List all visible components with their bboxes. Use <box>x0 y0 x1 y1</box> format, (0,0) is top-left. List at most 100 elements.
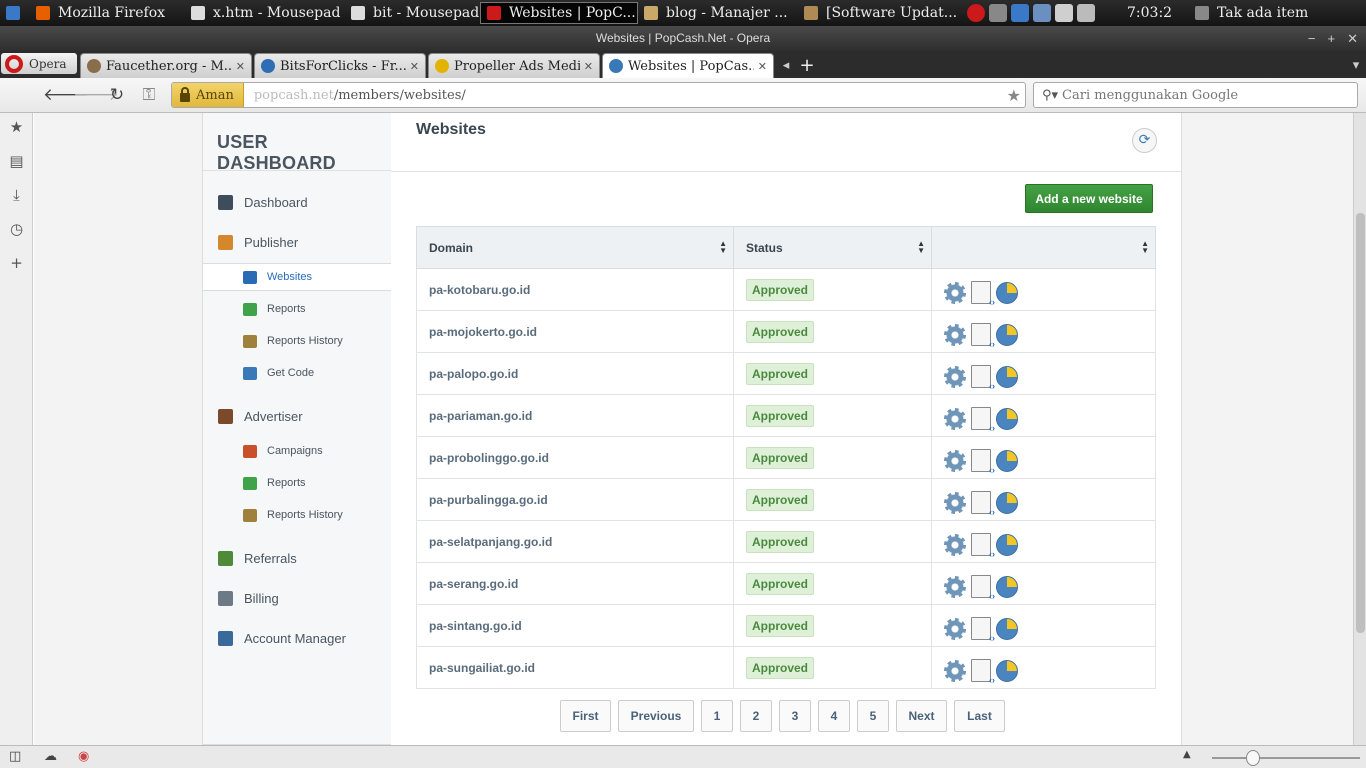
get-code-icon[interactable] <box>971 407 995 433</box>
reload-button[interactable]: ↻ <box>106 85 128 105</box>
settings-gear-icon[interactable] <box>944 407 966 430</box>
get-code-icon[interactable] <box>971 449 995 475</box>
domain-cell[interactable]: pa-serang.go.id <box>416 562 734 605</box>
settings-gear-icon[interactable] <box>944 575 966 598</box>
page-button-next[interactable]: Next <box>896 700 947 732</box>
key-icon[interactable]: ⚿ <box>138 85 160 105</box>
app-menu-icon[interactable] <box>0 0 30 26</box>
get-code-icon[interactable] <box>971 533 995 559</box>
nav-item-publisher[interactable]: Publisher <box>203 227 391 257</box>
page-button-4[interactable]: 4 <box>818 700 850 732</box>
network-icon[interactable] <box>989 4 1007 22</box>
minimize-icon[interactable]: − <box>1308 26 1316 51</box>
settings-gear-icon[interactable] <box>944 659 966 682</box>
downloads-icon[interactable]: ⤓ <box>0 181 33 215</box>
back-button[interactable]: 🡐 <box>43 85 89 105</box>
nav-item-reports-history[interactable]: Reports History <box>203 501 391 529</box>
domain-cell[interactable]: pa-palopo.go.id <box>416 352 734 395</box>
tab-close-icon[interactable]: ✕ <box>584 60 593 73</box>
zoom-slider-knob[interactable] <box>1246 750 1260 766</box>
close-window-icon[interactable]: ✕ <box>1347 26 1358 51</box>
stats-pie-icon[interactable] <box>996 617 1018 640</box>
browser-tab[interactable]: Faucether.org - M... ✕ <box>80 53 252 78</box>
turbo-cloud-icon[interactable]: ☁ <box>44 749 57 764</box>
nav-item-dashboard[interactable]: Dashboard <box>203 187 391 217</box>
taskbar-item[interactable]: blog - Manajer ... <box>638 0 798 26</box>
zoom-up-icon[interactable]: ▲ <box>1183 749 1191 760</box>
settings-gear-icon[interactable] <box>944 491 966 514</box>
bookmarks-star-icon[interactable]: ★ <box>0 113 33 147</box>
maximize-icon[interactable]: + <box>1328 26 1336 51</box>
tab-scroll-left-icon[interactable]: ◂ <box>776 53 796 78</box>
scrollbar-thumb[interactable] <box>1356 213 1365 633</box>
page-button-last[interactable]: Last <box>954 700 1005 732</box>
stats-pie-icon[interactable] <box>996 407 1018 430</box>
search-field[interactable]: ⚲▾ Cari menggunakan Google <box>1033 82 1358 108</box>
domain-cell[interactable]: pa-kotobaru.go.id <box>416 268 734 311</box>
page-button-previous[interactable]: Previous <box>618 700 694 732</box>
browser-tab[interactable]: BitsForClicks - Fr... ✕ <box>254 53 426 78</box>
add-website-button[interactable]: Add a new website <box>1025 184 1153 213</box>
taskbar-item[interactable]: x.htm - Mousepad <box>185 0 345 26</box>
settings-gear-icon[interactable] <box>944 617 966 640</box>
nav-item-reports[interactable]: Reports <box>203 295 391 323</box>
settings-gear-icon[interactable] <box>944 323 966 346</box>
settings-gear-icon[interactable] <box>944 281 966 304</box>
zoom-slider[interactable] <box>1212 757 1360 759</box>
stats-pie-icon[interactable] <box>996 323 1018 346</box>
stats-pie-icon[interactable] <box>996 533 1018 556</box>
stats-pie-icon[interactable] <box>996 449 1018 472</box>
add-panel-icon[interactable]: + <box>0 249 33 283</box>
get-code-icon[interactable] <box>971 281 995 307</box>
stats-pie-icon[interactable] <box>996 491 1018 514</box>
signal-icon[interactable] <box>1033 4 1051 22</box>
tab-close-icon[interactable]: ✕ <box>236 60 245 73</box>
page-button-5[interactable]: 5 <box>857 700 889 732</box>
domain-cell[interactable]: pa-purbalingga.go.id <box>416 478 734 521</box>
taskbar-item[interactable]: [Software Updat... <box>798 0 963 26</box>
opera-menu-button[interactable]: Opera <box>1 53 77 74</box>
page-scrollbar[interactable] <box>1353 113 1366 745</box>
nav-item-reports[interactable]: Reports <box>203 469 391 497</box>
mail-icon[interactable] <box>1055 4 1073 22</box>
domain-cell[interactable]: pa-selatpanjang.go.id <box>416 520 734 563</box>
get-code-icon[interactable] <box>971 575 995 601</box>
column-header-domain[interactable]: Domain ▲ ▼ <box>416 226 734 269</box>
page-button-3[interactable]: 3 <box>779 700 811 732</box>
unite-icon[interactable]: ◉ <box>78 749 89 764</box>
taskbar-item[interactable]: bit - Mousepad <box>345 0 480 26</box>
volume-icon[interactable] <box>1077 4 1095 22</box>
stats-pie-icon[interactable] <box>996 659 1018 682</box>
nav-item-get-code[interactable]: Get Code <box>203 359 391 387</box>
settings-gear-icon[interactable] <box>944 533 966 556</box>
domain-cell[interactable]: pa-pariaman.go.id <box>416 394 734 437</box>
domain-cell[interactable]: pa-sintang.go.id <box>416 604 734 647</box>
notes-icon[interactable]: ▤ <box>0 147 33 181</box>
domain-cell[interactable]: pa-mojokerto.go.id <box>416 310 734 353</box>
nav-item-account-manager[interactable]: Account Manager <box>203 623 391 653</box>
bluetooth-icon[interactable] <box>1011 4 1029 22</box>
get-code-icon[interactable] <box>971 491 995 517</box>
column-header-actions[interactable]: ▲ ▼ <box>931 226 1156 269</box>
browser-tab[interactable]: Propeller Ads Media ✕ <box>428 53 600 78</box>
stats-pie-icon[interactable] <box>996 365 1018 388</box>
get-code-icon[interactable] <box>971 365 995 391</box>
security-badge[interactable]: Aman <box>172 83 244 107</box>
refresh-icon[interactable]: ⟳ <box>1132 128 1157 153</box>
settings-gear-icon[interactable] <box>944 449 966 472</box>
opera-tray-icon[interactable] <box>967 4 985 22</box>
bookmark-star-icon[interactable]: ★ <box>1007 86 1021 105</box>
tab-close-icon[interactable]: ✕ <box>758 60 767 73</box>
page-button-first[interactable]: First <box>560 700 611 732</box>
browser-tab[interactable]: Websites | PopCas... ✕ <box>602 53 774 78</box>
stats-pie-icon[interactable] <box>996 281 1018 304</box>
forward-button[interactable]: 🡒 <box>73 85 119 105</box>
tab-close-icon[interactable]: ✕ <box>410 60 419 73</box>
domain-cell[interactable]: pa-probolinggo.go.id <box>416 436 734 479</box>
history-clock-icon[interactable]: ◷ <box>0 215 33 249</box>
taskbar-item[interactable]: Mozilla Firefox <box>30 0 185 26</box>
stats-pie-icon[interactable] <box>996 575 1018 598</box>
column-header-status[interactable]: Status ▲ ▼ <box>733 226 932 269</box>
settings-gear-icon[interactable] <box>944 365 966 388</box>
get-code-icon[interactable] <box>971 617 995 643</box>
